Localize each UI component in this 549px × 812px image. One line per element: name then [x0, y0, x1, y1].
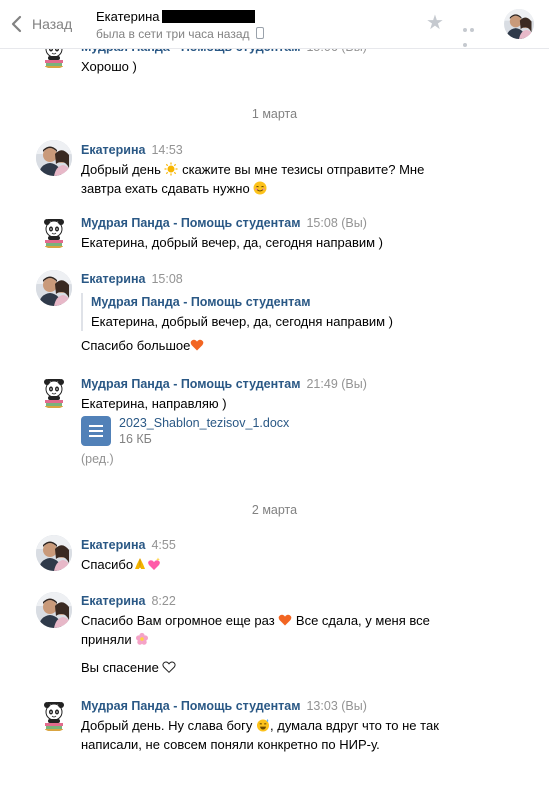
avatar[interactable]	[36, 140, 72, 176]
star-icon[interactable]: ★	[426, 12, 444, 34]
message-author[interactable]: Екатерина	[81, 272, 145, 286]
flower-emoji-icon	[136, 632, 149, 645]
message-author[interactable]: Екатерина	[81, 538, 145, 552]
avatar[interactable]	[36, 696, 72, 732]
avatar[interactable]	[36, 535, 72, 571]
praying-hands-emoji-icon	[135, 558, 146, 569]
back-button[interactable]: Назад	[10, 12, 72, 36]
contact-avatar[interactable]	[504, 9, 534, 39]
file-size: 16 КБ	[119, 432, 152, 446]
message-text: Спасибо большое	[81, 336, 204, 355]
message: Екатерина 8:22 Спасибо Вам огромное еще р…	[81, 591, 430, 649]
message-time[interactable]: 15:08	[151, 272, 182, 286]
message-text: Добрый день скажите вы мне тезисы отправ…	[81, 162, 425, 196]
phone-icon	[255, 27, 264, 39]
avatar[interactable]	[36, 592, 72, 628]
message-time[interactable]: 8:22	[151, 594, 175, 608]
message: Мудрая Панда - Помощь студентам 13:03 (Вы…	[81, 696, 439, 754]
quoted-text: Екатерина, добрый вечер, да, сегодня нап…	[91, 314, 394, 329]
file-doc-icon	[81, 416, 111, 446]
avatar[interactable]	[36, 213, 72, 249]
avatar[interactable]	[36, 270, 72, 306]
message-text: Спасибо	[81, 555, 176, 574]
more-dots-icon[interactable]	[463, 20, 483, 47]
sweat-smile-emoji-icon	[257, 719, 270, 732]
message-text: Екатерина, добрый вечер, да, сегодня нап…	[81, 235, 384, 250]
message: Мудрая Панда - Помощь студентам 15:08 (Вы…	[81, 213, 383, 252]
online-status: была в сети три часа назад	[96, 27, 264, 41]
message-time[interactable]: 14:53	[151, 143, 182, 157]
smiling-face-emoji-icon	[253, 181, 267, 195]
message-time[interactable]: 13:03 (Вы)	[306, 699, 366, 713]
date-separator: 1 марта	[251, 107, 298, 121]
message-text: Хорошо )	[81, 59, 137, 74]
sparkling-heart-emoji-icon	[148, 557, 161, 570]
message: Екатерина 4:55 Спасибо	[81, 535, 176, 574]
message-text: Екатерина, направляю )	[81, 396, 227, 411]
chat-header: Назад Екатерина была в сети три часа наз…	[0, 0, 549, 49]
message-time[interactable]: 21:49 (Вы)	[306, 377, 366, 391]
message: Екатерина 15:08	[81, 269, 183, 289]
message-author[interactable]: Екатерина	[81, 143, 145, 157]
heart-emoji-icon	[278, 614, 292, 626]
redacted-surname	[161, 10, 255, 23]
message-time[interactable]: 15:08 (Вы)	[306, 216, 366, 230]
sun-emoji-icon	[164, 162, 178, 176]
forwarded-message[interactable]: Мудрая Панда - Помощь студентам Екатерин…	[81, 293, 393, 331]
quoted-author[interactable]: Мудрая Панда - Помощь студентам	[91, 293, 393, 312]
edited-label: (ред.)	[81, 452, 114, 466]
heart-emoji-icon	[191, 339, 204, 351]
date-separator: 2 марта	[251, 503, 298, 517]
back-label: Назад	[32, 16, 73, 32]
message-author[interactable]: Мудрая Панда - Помощь студентам	[81, 216, 300, 230]
message-author[interactable]: Мудрая Панда - Помощь студентам	[81, 377, 300, 391]
avatar[interactable]	[36, 373, 72, 409]
file-attachment[interactable]: 2023_Shablon_tezisov_1.docx 16 КБ	[81, 415, 289, 447]
file-name[interactable]: 2023_Shablon_tezisov_1.docx	[119, 415, 289, 431]
message-text: Спасибо Вам огромное еще раз Все сдала, …	[81, 613, 430, 647]
message: Мудрая Панда - Помощь студентам 21:49 (Вы…	[81, 374, 367, 413]
message-author[interactable]: Екатерина	[81, 594, 145, 608]
message-text: Вы спасение	[81, 658, 177, 677]
message-time[interactable]: 4:55	[151, 538, 175, 552]
contact-name[interactable]: Екатерина	[96, 9, 255, 24]
message-author[interactable]: Мудрая Панда - Помощь студентам	[81, 699, 300, 713]
white-heart-emoji-icon	[162, 661, 177, 674]
chevron-left-icon	[11, 15, 22, 33]
message-text: Добрый день. Ну слава богу , думала вдру…	[81, 718, 439, 752]
message: Екатерина 14:53 Добрый день скажите вы мн…	[81, 140, 424, 198]
